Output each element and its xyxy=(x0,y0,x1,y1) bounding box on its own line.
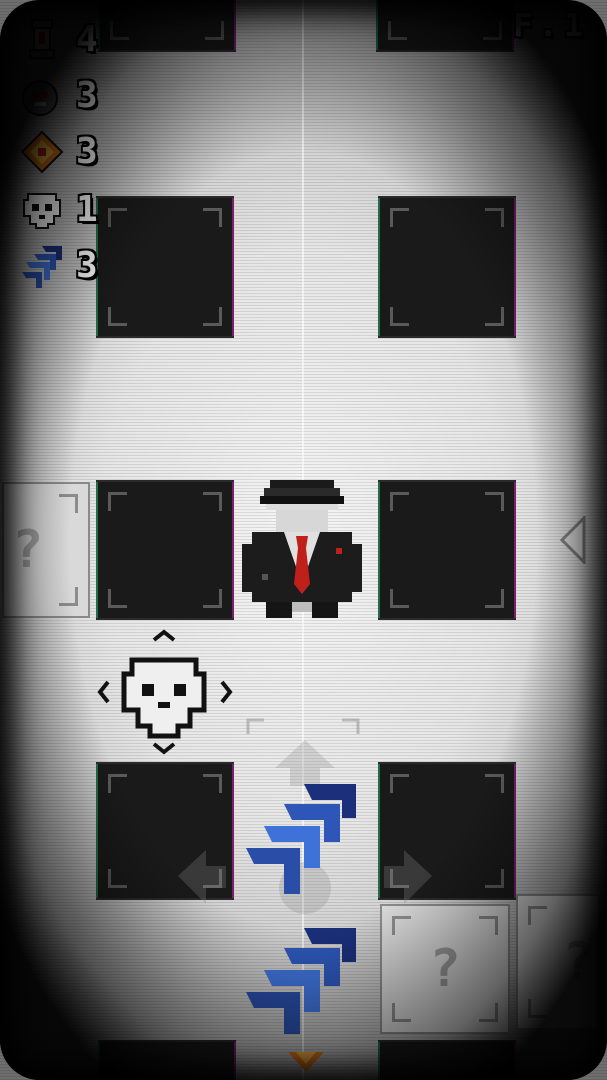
room-tile[interactable] xyxy=(100,0,234,50)
hud-stat-skull: 1 xyxy=(20,188,98,232)
chevron-left-icon[interactable] xyxy=(558,516,588,564)
room-tile[interactable] xyxy=(98,198,232,336)
room-tile[interactable] xyxy=(380,482,514,618)
question-mark-icon: ? xyxy=(562,932,594,992)
question-mark-icon: ? xyxy=(12,520,44,580)
room-tile[interactable] xyxy=(98,482,232,618)
room-tile[interactable] xyxy=(100,1042,234,1080)
room-tile[interactable] xyxy=(380,198,514,336)
room-tile[interactable] xyxy=(380,1042,514,1080)
skull-icon xyxy=(23,193,61,229)
skull-bomb-icon xyxy=(22,75,61,116)
floor-indicator: F.1 xyxy=(513,6,589,44)
skull-count: 1 xyxy=(76,189,98,230)
hud-stat-lantern: 4 xyxy=(20,18,98,62)
unknown-room-tile[interactable]: ? xyxy=(4,484,88,616)
hud-stat-skull-bomb: 3 xyxy=(20,74,98,118)
item-pickup-icon[interactable] xyxy=(288,1052,324,1076)
lantern-count: 4 xyxy=(76,19,98,60)
player-character xyxy=(242,480,362,618)
blue-arrows-icon xyxy=(22,246,62,288)
blue-arrows-icon[interactable] xyxy=(244,782,358,898)
unknown-room-tile[interactable]: ? xyxy=(518,896,598,1028)
room-tile[interactable] xyxy=(378,0,512,50)
blue-arrows-icon[interactable] xyxy=(244,926,358,1038)
gem-count: 3 xyxy=(76,131,98,172)
hud-stat-gem: 3 xyxy=(20,130,98,174)
game-screen: ? ? ? 4 3 3 1 3 F.1 xyxy=(0,0,607,1080)
hud-stat-arrows: 3 xyxy=(20,244,98,288)
skull-bomb-count: 3 xyxy=(76,75,98,116)
diamond-gem-icon xyxy=(20,130,64,174)
lantern-icon xyxy=(29,19,55,59)
arrows-count: 3 xyxy=(76,245,98,286)
